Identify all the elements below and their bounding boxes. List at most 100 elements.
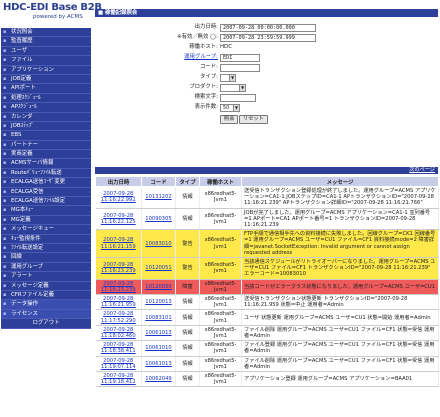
reset-button[interactable]: リセット (239, 115, 268, 124)
count-select[interactable]: 50 ▼ (220, 103, 240, 112)
sidebar-item[interactable]: JOBｽﾃｯﾌﾟ (1, 121, 91, 132)
sidebar-item[interactable]: 実商定義 (1, 150, 91, 160)
column-header-type[interactable]: タイプ (175, 176, 200, 187)
type-select[interactable]: ▼ (220, 73, 236, 82)
host-value: HDC (220, 44, 232, 50)
table-row: 2007-09-28 11:19:07.114 10061013 情報 x86redh… (95, 356, 439, 373)
code-input[interactable] (220, 63, 260, 72)
sidebar-item[interactable]: MG定義 (1, 215, 91, 226)
sidebar-item[interactable]: 運用グループ (1, 262, 91, 273)
sidebar-item[interactable]: ユーザ (1, 46, 91, 57)
row-code-link[interactable]: 10083101 (141, 309, 176, 326)
row-host: x86redhat5-Jvm1 (199, 325, 242, 342)
table-row: 2007-09-28 11:17:52.290 10083101 情報 x86redh… (95, 309, 439, 326)
end-datetime-input[interactable]: 2007-09-28 23:59:59.999 (220, 33, 316, 42)
row-message: FTP手順で通信相手先への資料接続に失敗しました。回線グループ=CK1 回線番号… (241, 229, 439, 259)
column-header-host[interactable]: 稼働ホスト (199, 176, 242, 187)
sidebar-item[interactable]: MG本ｷｭｰ (1, 206, 91, 216)
table-row: 2007-09-28 11:16:21.959 10120013 情報 x86redh… (95, 294, 439, 311)
start-datetime-input[interactable]: 2007-09-28 00:00:00.000 (220, 23, 316, 32)
chevron-down-icon: ▼ (233, 104, 239, 111)
next-page-link[interactable]: 次のページ (409, 167, 435, 174)
row-datetime-link[interactable]: 2007-09-28 11:16:22.125 (95, 208, 142, 231)
table-row: 2007-09-28 11:16:23.239 10120050 障害 x86redh… (95, 279, 439, 296)
row-type: 警告 (175, 257, 200, 280)
table-row: 2007-09-28 11:16:23.239 10120051 警告 x86redh… (95, 257, 439, 280)
row-code-link[interactable]: 10061010 (141, 340, 176, 357)
pagination-bar: 次のページ (95, 167, 438, 174)
chevron-down-icon: ▼ (239, 84, 245, 91)
sidebar-item[interactable]: 回線 (1, 253, 91, 263)
row-datetime-link[interactable]: 2007-09-28 11:19:07.114 (95, 356, 142, 373)
sidebar-item[interactable]: 状況照会 (1, 28, 91, 38)
sidebar-item[interactable]: アプリケーション (1, 65, 91, 75)
row-code-link[interactable]: 10061013 (141, 356, 176, 373)
search-button[interactable]: 照会 (220, 115, 239, 124)
keyword-label: 検索文字: (194, 94, 218, 100)
row-host: x86redhat5-Jvm1 (199, 186, 242, 209)
row-host: x86redhat5-Jvm1 (199, 340, 242, 357)
column-header-code[interactable]: コード (141, 176, 176, 187)
table-row: 2007-09-28 11:18:02.460 10061013 情報 x86redh… (95, 325, 439, 342)
sidebar-item[interactable]: EBS (1, 131, 91, 141)
table-row: 2007-09-28 11:16:22.992 10131202 情報 x86redh… (95, 186, 439, 209)
sidebar-item[interactable]: 処理ｽｹｼﾞｭｰﾙ (1, 93, 91, 104)
log-table: 出力日時 コード タイプ 稼働ホスト メッセージ 2007-09-28 11:1… (95, 176, 439, 388)
logo-title: HDC-EDI Base B2B (3, 2, 102, 13)
sidebar-item[interactable]: ECALGA送信ﾌｧｲﾙ設定 (1, 197, 91, 207)
row-code-link[interactable]: 10120051 (141, 257, 176, 280)
sidebar-item[interactable]: メッセージキュー (1, 225, 91, 235)
sidebar-item[interactable]: ECALGA送信ﾕｰｻﾞ変更 (1, 178, 91, 188)
group-input[interactable]: EDI (220, 53, 260, 62)
row-host: x86redhat5-Jvm1 (199, 371, 242, 388)
row-datetime-link[interactable]: 2007-09-28 11:16:21.959 (95, 294, 142, 311)
sidebar-item[interactable]: JOB定義 (1, 74, 91, 85)
sidebar-item[interactable]: パートナー (1, 140, 91, 151)
table-row: 2007-09-28 11:16:21.159 10083010 警告 x86redh… (95, 229, 439, 259)
sidebar-item[interactable]: メッセージ定義 (1, 281, 91, 291)
sidebar-item[interactable]: ライセンス (1, 309, 91, 320)
row-code-link[interactable]: 10120013 (141, 294, 176, 311)
table-header-row: 出力日時 コード タイプ 稼働ホスト メッセージ (95, 176, 439, 187)
product-select[interactable]: ▼ (220, 83, 246, 92)
sidebar-item[interactable]: アラート (1, 272, 91, 282)
row-type: 情報 (175, 325, 200, 342)
row-datetime-link[interactable]: 2007-09-28 11:16:23.239 (95, 257, 142, 280)
sidebar-item[interactable]: 監査履歴 (1, 37, 91, 47)
sidebar-item[interactable]: ｷｭｰ監視条件 (1, 234, 91, 244)
row-type: 警告 (175, 229, 200, 259)
row-code-link[interactable]: 10061013 (141, 325, 176, 342)
group-label-link[interactable]: 運用グループ: (128, 53, 218, 62)
sidebar-item[interactable]: データ操作 (1, 300, 91, 310)
row-datetime-link[interactable]: 2007-09-28 11:16:22.992 (95, 186, 142, 209)
keyword-input[interactable] (220, 93, 256, 102)
row-datetime-link[interactable]: 2007-09-28 11:16:23.239 (95, 279, 142, 296)
end-datetime-label: ※有効／無効 ◯: (176, 34, 218, 40)
sidebar-menu: 状況照会監査履歴ユーザファイルアプリケーションJOB定義APIポート処理ｽｹｼﾞ… (1, 28, 91, 329)
row-code-link[interactable]: 10083010 (141, 229, 176, 259)
sidebar-item[interactable]: APｽｹｼﾞｭｰﾙ (1, 103, 91, 113)
sidebar-item[interactable]: APIポート (1, 84, 91, 94)
row-datetime-link[interactable]: 2007-09-28 11:19:18.412 (95, 371, 142, 388)
logout-button[interactable]: ログアウト (1, 319, 91, 329)
row-code-link[interactable]: 10120050 (141, 279, 176, 296)
sidebar-item[interactable]: ﾌｧｲﾙ転送設定 (1, 243, 91, 254)
sidebar-item[interactable]: ACMSサーバ情報 (1, 159, 91, 169)
sidebar-item[interactable]: カレンダ (1, 112, 91, 122)
row-datetime-link[interactable]: 2007-09-28 11:17:52.290 (95, 309, 142, 326)
row-code-link[interactable]: 10062049 (141, 371, 176, 388)
column-header-message[interactable]: メッセージ (241, 176, 439, 187)
sidebar-item[interactable]: ファイル (1, 56, 91, 66)
row-datetime-link[interactable]: 2007-09-28 11:16:21.159 (95, 229, 142, 259)
sidebar-item[interactable]: Routeﾊﾞﾘｭｰﾌｧｲﾙ転送 (1, 168, 91, 179)
row-message: JOBが完了しました。運用グループ=ACMS アプリケーション=CA1-1 並列… (241, 208, 439, 231)
sidebar-item[interactable]: ECALGA受信 (1, 187, 91, 198)
row-code-link[interactable]: 10090305 (141, 208, 176, 231)
sidebar-item[interactable]: CFRファイル定義 (1, 290, 91, 301)
row-datetime-link[interactable]: 2007-09-28 11:18:38.411 (95, 340, 142, 357)
row-message: 送受信トランザクション登録処理が終了しました。運用グループ=ACMS アプリケー… (241, 186, 439, 209)
row-datetime-link[interactable]: 2007-09-28 11:18:02.460 (95, 325, 142, 342)
row-code-link[interactable]: 10131202 (141, 186, 176, 209)
column-header-datetime[interactable]: 出力日時 (95, 176, 142, 187)
host-label: 稼働ホスト: (189, 44, 218, 50)
